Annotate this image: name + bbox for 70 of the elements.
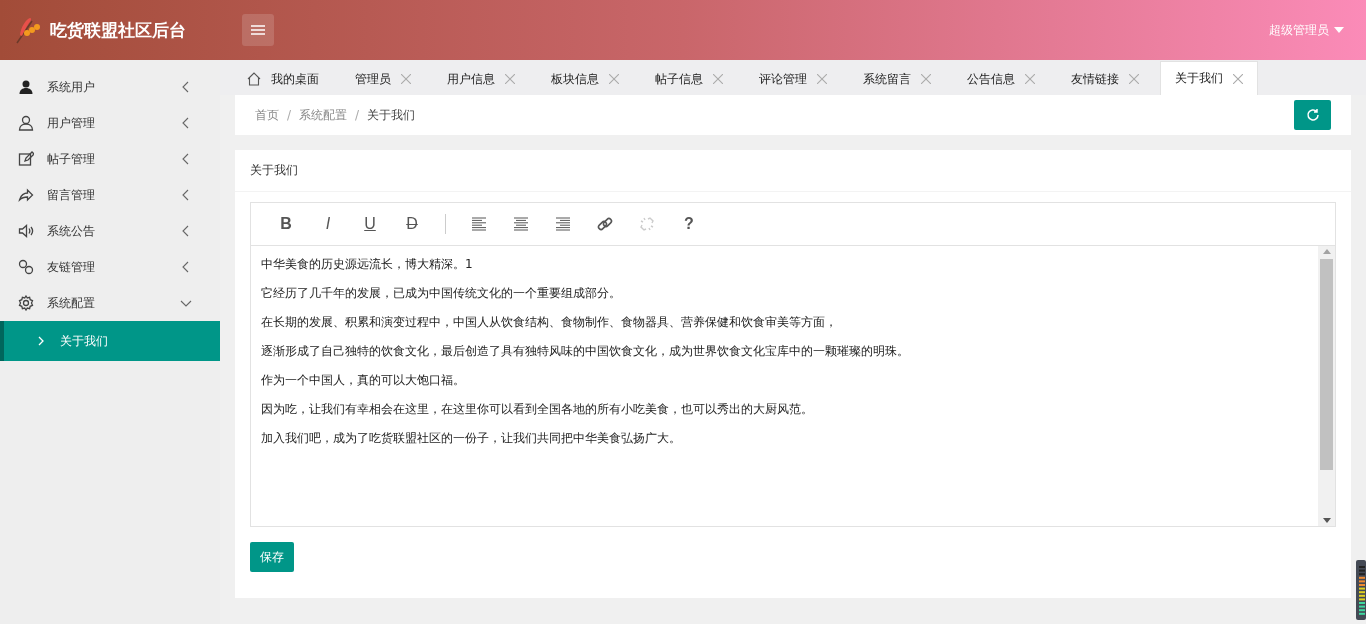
tab[interactable]: 帖子信息 bbox=[640, 62, 738, 95]
tab[interactable]: 我的桌面 bbox=[232, 62, 334, 95]
scroll-up-icon[interactable] bbox=[1322, 249, 1331, 254]
close-icon[interactable] bbox=[713, 74, 723, 84]
sidebar-item[interactable]: 友链管理 bbox=[0, 249, 220, 285]
sidebar-item[interactable]: 留言管理 bbox=[0, 177, 220, 213]
close-icon[interactable] bbox=[1025, 74, 1035, 84]
tab[interactable]: 公告信息 bbox=[952, 62, 1050, 95]
speaker-icon bbox=[18, 223, 34, 239]
settings-icon bbox=[18, 295, 34, 311]
refresh-icon bbox=[1305, 108, 1320, 122]
tab[interactable]: 管理员 bbox=[340, 62, 426, 95]
close-icon[interactable] bbox=[609, 74, 619, 84]
level-meter-icon bbox=[1356, 560, 1366, 620]
close-icon[interactable] bbox=[817, 74, 827, 84]
align-right-icon bbox=[555, 217, 571, 231]
card-title: 关于我们 bbox=[235, 150, 1351, 192]
sidebar-item[interactable]: 系统用户 bbox=[0, 69, 220, 105]
home-icon bbox=[247, 72, 261, 86]
paragraph: 因为吃，让我们有幸相会在这里，在这里你可以看到全国各地的所有小吃美食，也可以秀出的大厨风范。 bbox=[261, 401, 814, 417]
user-icon bbox=[18, 79, 34, 95]
menu-icon bbox=[251, 25, 265, 35]
align-left-icon bbox=[471, 217, 487, 231]
edit-icon bbox=[18, 151, 34, 167]
tab[interactable]: 板块信息 bbox=[536, 62, 634, 95]
paragraph: 逐渐形成了自己独特的饮食文化，最后创造了具有独特风味的中国饮食文化，成为世界饮食文化宝库中的一颗璀璨的明珠。 bbox=[261, 343, 910, 359]
paragraph: 加入我们吧，成为了吃货联盟社区的一份子，让我们共同把中华美食弘扬广大。 bbox=[261, 430, 682, 446]
paragraph: 中华美食的历史源远流长，博大精深。1 bbox=[261, 256, 474, 272]
breadcrumb-separator: / bbox=[355, 108, 360, 122]
user-icon bbox=[18, 115, 34, 131]
chevron-icon bbox=[38, 336, 44, 346]
tab[interactable]: 用户信息 bbox=[432, 62, 530, 95]
breadcrumb-link[interactable]: 首页 bbox=[255, 106, 279, 124]
paragraph: 它经历了几千年的发展，已成为中国传统文化的一个重要组成部分。 bbox=[261, 285, 622, 301]
close-icon[interactable] bbox=[505, 74, 515, 84]
close-icon[interactable] bbox=[401, 74, 411, 84]
breadcrumb-separator: / bbox=[287, 108, 292, 122]
share-arrow-icon bbox=[18, 187, 34, 203]
breadcrumb-current: 关于我们 bbox=[367, 106, 416, 124]
refresh-button[interactable] bbox=[1294, 100, 1331, 130]
italic-button[interactable]: I bbox=[309, 209, 347, 239]
bold-button[interactable]: B bbox=[267, 209, 305, 239]
scrollbar[interactable] bbox=[1318, 246, 1335, 526]
tab[interactable]: 评论管理 bbox=[744, 62, 842, 95]
scroll-down-icon[interactable] bbox=[1322, 518, 1331, 523]
link-icon bbox=[597, 216, 613, 232]
menu-button[interactable] bbox=[242, 14, 274, 46]
breadcrumb-link[interactable]: 系统配置 bbox=[299, 106, 348, 124]
sidebar-item[interactable]: 系统公告 bbox=[0, 213, 220, 249]
align-center-icon bbox=[513, 217, 529, 231]
paragraph: 作为一个中国人，真的可以大饱口福。 bbox=[261, 372, 466, 388]
app-title: 吃货联盟社区后台 bbox=[50, 18, 187, 42]
rich-text-editor[interactable] bbox=[250, 202, 1336, 527]
save-button[interactable]: 保存 bbox=[250, 542, 294, 572]
strike-button[interactable]: D bbox=[393, 209, 431, 239]
tab[interactable]: 关于我们 bbox=[1160, 61, 1258, 95]
link-icon bbox=[18, 259, 34, 275]
sidebar-item[interactable]: 系统配置 bbox=[0, 285, 220, 321]
underline-button[interactable]: U bbox=[351, 209, 389, 239]
close-icon[interactable] bbox=[921, 74, 931, 84]
sidebar-item[interactable]: 用户管理 bbox=[0, 105, 220, 141]
help-button[interactable]: ? bbox=[670, 209, 708, 239]
tab[interactable]: 系统留言 bbox=[848, 62, 946, 95]
tab[interactable]: 友情链接 bbox=[1056, 62, 1154, 95]
sidebar-subitem[interactable]: 关于我们 bbox=[0, 321, 220, 361]
close-icon[interactable] bbox=[1233, 73, 1243, 84]
close-icon[interactable] bbox=[1129, 74, 1139, 84]
sidebar-item[interactable]: 帖子管理 bbox=[0, 141, 220, 177]
paragraph: 在长期的发展、积累和演变过程中，中国人从饮食结构、食物制作、食物器具、营养保健和饮食审美等方面， bbox=[261, 314, 838, 330]
caret-icon bbox=[1334, 27, 1344, 33]
